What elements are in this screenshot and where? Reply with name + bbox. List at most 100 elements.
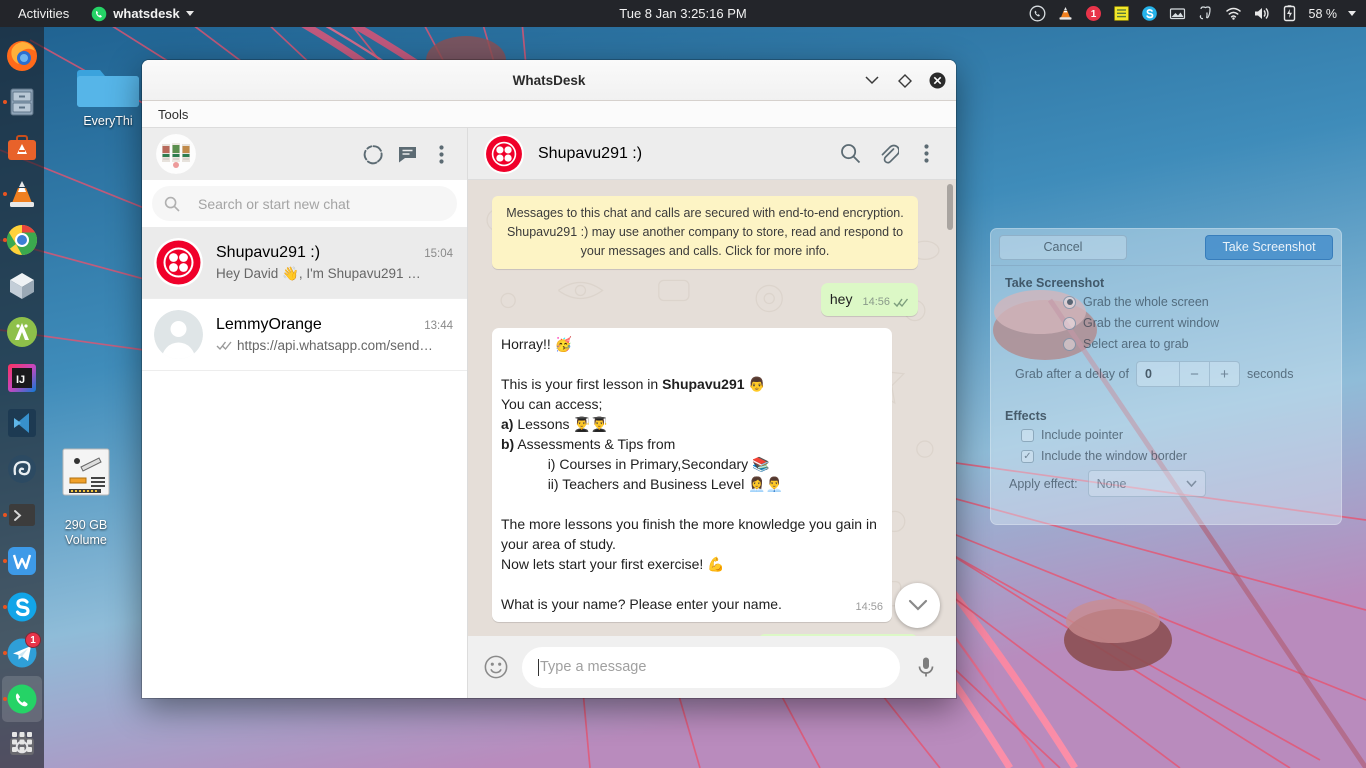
battery-percentage: 58 % (1308, 6, 1338, 21)
volume-icon[interactable] (1253, 5, 1270, 22)
delay-stepper[interactable]: 0 − + (1135, 361, 1240, 387)
show-applications-button[interactable] (4, 724, 40, 760)
dock-firefox[interactable] (2, 33, 42, 79)
checkbox-include-border-icon[interactable]: ✓ (1021, 449, 1034, 463)
option-include-window-border[interactable]: ✓ Include the window border (1021, 449, 1327, 463)
new-chat-icon[interactable] (395, 142, 419, 166)
text-cursor (538, 658, 539, 676)
emoji-icon[interactable] (484, 655, 508, 679)
search-icon[interactable] (838, 142, 862, 166)
window-titlebar[interactable]: WhatsDesk (142, 60, 956, 101)
dock-intellij[interactable]: IJ (2, 355, 42, 401)
message-input-field[interactable]: Type a message (522, 646, 900, 688)
option-grab-current-window[interactable]: Grab the current window (1063, 316, 1327, 330)
delay-increment-button[interactable]: + (1208, 362, 1239, 386)
message-row-out: hey 14:56 (492, 283, 918, 316)
chat-list-items: Shupavu291 :) 15:04 Hey David 👋, I'm Shu… (142, 227, 467, 698)
chat-time: 15:04 (424, 247, 453, 260)
dock-skype[interactable] (2, 584, 42, 630)
dock-telegram[interactable]: 1 (2, 630, 42, 676)
radio-current-window-icon[interactable] (1063, 316, 1076, 330)
dock-whatsdesk[interactable] (2, 676, 42, 723)
intellij-idea-icon: IJ (8, 363, 36, 392)
message-time: 14:56 (862, 296, 890, 308)
dock-ubuntu-software[interactable] (2, 125, 42, 171)
double-check-icon (893, 298, 909, 307)
minimize-icon[interactable] (863, 72, 880, 89)
message-scrollbar[interactable] (947, 184, 953, 230)
radio-select-area-icon[interactable] (1063, 337, 1076, 351)
dock-postman[interactable] (2, 446, 42, 492)
checkbox-include-pointer-icon[interactable] (1021, 428, 1034, 442)
dock-vscode[interactable] (2, 401, 42, 447)
status-icon[interactable] (361, 142, 385, 166)
message-bubble-hey[interactable]: hey 14:56 (820, 283, 918, 316)
vlc-tray-icon[interactable] (1057, 5, 1074, 22)
chat-search-bar[interactable]: Search or start new chat (142, 180, 467, 227)
dock-wps-writer[interactable] (2, 538, 42, 584)
chevron-down-icon[interactable] (1348, 11, 1356, 16)
chat-row-lemmyorange[interactable]: LemmyOrange 13:44 https://api.whatsapp.c… (142, 299, 467, 371)
activities-button[interactable]: Activities (12, 0, 75, 27)
message-list[interactable]: Messages to this chat and calls are secu… (468, 180, 956, 636)
default-avatar (154, 310, 203, 359)
chat-header-avatar[interactable] (484, 133, 524, 174)
skype-tray-icon[interactable] (1141, 5, 1158, 22)
option-select-area[interactable]: Select area to grab (1063, 337, 1327, 351)
whatsapp-tray-icon[interactable] (1029, 5, 1046, 22)
dock-files[interactable] (2, 79, 42, 125)
attach-icon[interactable] (876, 142, 900, 166)
apply-effect-row: Apply effect: None (1009, 470, 1327, 497)
microphone-icon[interactable] (914, 655, 938, 679)
svg-text:1: 1 (1090, 9, 1096, 20)
dock-virtualbox[interactable] (2, 263, 42, 309)
apply-effect-select[interactable]: None (1087, 470, 1206, 497)
active-app-menu[interactable]: whatsdesk (85, 0, 199, 27)
option-grab-whole-screen[interactable]: Grab the whole screen (1063, 295, 1327, 309)
window-menubar[interactable]: Tools (142, 101, 956, 128)
encryption-notice[interactable]: Messages to this chat and calls are secu… (492, 196, 918, 269)
desktop-icon-label: EveryThi (83, 114, 133, 128)
ubuntu-dock[interactable]: IJ 1 (0, 27, 44, 768)
whatsdesk-window[interactable]: WhatsDesk Tools Search or start new chat… (142, 60, 956, 698)
chat-header[interactable]: Shupavu291 :) (468, 128, 956, 180)
message-composer[interactable]: Type a message (468, 636, 956, 698)
dock-android-studio[interactable] (2, 309, 42, 355)
chat-name: LemmyOrange (216, 316, 322, 333)
shupavu-avatar (154, 238, 203, 287)
cancel-button[interactable]: Cancel (999, 234, 1127, 260)
my-avatar[interactable] (156, 134, 196, 174)
clock[interactable]: Tue 8 Jan 3:25:16 PM (619, 6, 746, 21)
scroll-to-bottom-button[interactable] (895, 583, 940, 628)
desktop-volume-290gb[interactable]: 290 GB Volume (38, 430, 134, 548)
dock-chrome[interactable] (2, 217, 42, 263)
menu-icon[interactable] (429, 142, 453, 166)
notes-tray-icon[interactable] (1113, 5, 1130, 22)
delay-decrement-button[interactable]: − (1178, 362, 1209, 386)
option-include-pointer[interactable]: Include pointer (1021, 428, 1327, 442)
battery-icon[interactable] (1281, 5, 1298, 22)
lesson-part-1: Horray!! 🥳 This is your first lesson in (501, 336, 659, 392)
dock-vlc[interactable] (2, 171, 42, 217)
delay-value[interactable]: 0 (1137, 362, 1179, 386)
take-screenshot-button[interactable]: Take Screenshot (1205, 234, 1333, 260)
apply-effect-label: Apply effect: (1009, 476, 1078, 491)
search-input[interactable]: Search or start new chat (198, 196, 350, 212)
chat-row-shupavu291[interactable]: Shupavu291 :) 15:04 Hey David 👋, I'm Shu… (142, 227, 467, 299)
message-bubble-lesson[interactable]: Horray!! 🥳 This is your first lesson in … (492, 328, 892, 622)
postgres-tray-icon[interactable] (1197, 5, 1214, 22)
radio-whole-screen-icon[interactable] (1063, 295, 1076, 309)
menu-item-tools[interactable]: Tools (152, 105, 194, 124)
maximize-icon[interactable] (896, 72, 913, 89)
menu-icon[interactable] (914, 142, 938, 166)
wifi-icon[interactable] (1225, 5, 1242, 22)
close-icon[interactable] (929, 72, 946, 89)
notification-badge-icon[interactable]: 1 (1085, 5, 1102, 22)
delay-label: Grab after a delay of (1015, 367, 1129, 381)
dock-terminal[interactable] (2, 492, 42, 538)
gnome-top-bar[interactable]: Activities whatsdesk Tue 8 Jan 3:25:16 P… (0, 0, 1366, 27)
image-tray-icon[interactable] (1169, 5, 1186, 22)
message-bubble-david[interactable]: David Smith 14:57 (758, 634, 918, 636)
screenshot-dialog[interactable]: Cancel Take Screenshot Take Screenshot G… (990, 228, 1342, 525)
chat-pane: Shupavu291 :) Messages to this chat and … (468, 128, 956, 698)
